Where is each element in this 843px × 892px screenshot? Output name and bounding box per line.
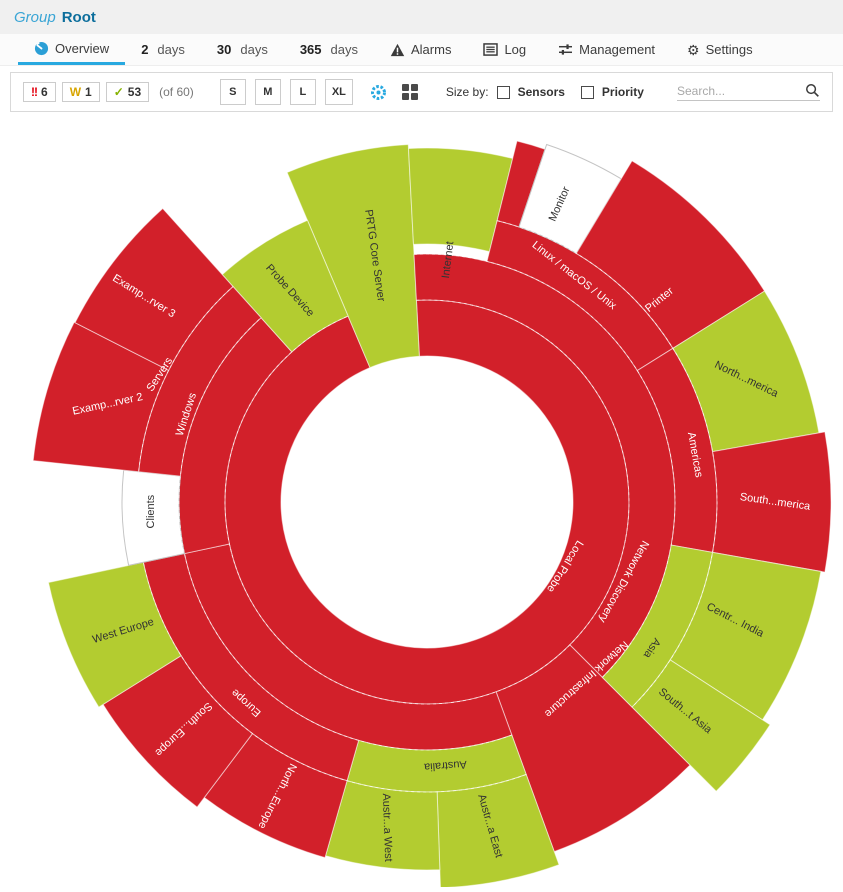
warning-icon	[390, 43, 405, 57]
tab-settings[interactable]: ⚙ Settings	[671, 34, 769, 65]
tab-label: days	[331, 42, 358, 57]
tab-number: 30	[217, 42, 231, 57]
size-button-group: S M L XL	[220, 79, 353, 105]
size-button-l[interactable]: L	[290, 79, 316, 105]
size-by-label: Size by:	[446, 85, 489, 99]
sunburst-chart: Local ProbePRTG Core ServerNetwork Disco…	[0, 112, 843, 887]
log-icon	[483, 43, 498, 56]
tab-number: 365	[300, 42, 322, 57]
tab-bar: Overview 2 days 30 days 365 days Alarms …	[0, 34, 843, 66]
title-bar: Group Root	[0, 0, 843, 34]
tab-log[interactable]: Log	[467, 34, 542, 65]
tab-30-days[interactable]: 30 days	[201, 34, 284, 65]
status-chip-errors[interactable]: !! 6	[23, 82, 56, 102]
tab-label: Settings	[706, 42, 753, 57]
check-icon: ✓	[114, 85, 124, 99]
gauge-icon	[34, 41, 49, 56]
search-box	[677, 83, 820, 101]
tab-label: Management	[579, 42, 655, 57]
search-icon[interactable]	[805, 83, 820, 98]
grid-icon[interactable]	[402, 84, 418, 100]
sunburst-chart-area: Local ProbePRTG Core ServerNetwork Disco…	[0, 112, 843, 892]
view-toggle-group	[369, 83, 418, 102]
sunburst-icon[interactable]	[369, 83, 388, 102]
toolbar: !! 6 W 1 ✓ 53 (of 60) S M L XL Size by: …	[10, 72, 833, 112]
tab-label: Log	[504, 42, 526, 57]
warning-icon: W	[70, 85, 81, 99]
search-input[interactable]	[677, 84, 805, 98]
tab-alarms[interactable]: Alarms	[374, 34, 467, 65]
sliders-icon	[558, 43, 573, 56]
priority-checkbox[interactable]	[581, 86, 594, 99]
error-count: 6	[41, 85, 48, 99]
warning-count: 1	[85, 85, 92, 99]
size-button-m[interactable]: M	[255, 79, 281, 105]
sensor-total: (of 60)	[159, 85, 194, 99]
tab-365-days[interactable]: 365 days	[284, 34, 374, 65]
tab-label: Alarms	[411, 42, 451, 57]
tab-2-days[interactable]: 2 days	[125, 34, 201, 65]
size-button-s[interactable]: S	[220, 79, 246, 105]
ok-count: 53	[128, 85, 141, 99]
status-chip-ok[interactable]: ✓ 53	[106, 82, 149, 102]
gear-icon: ⚙	[687, 43, 700, 57]
status-chip-warnings[interactable]: W 1	[62, 82, 100, 102]
page-title-group-label: Group	[14, 9, 56, 26]
segment-label-australia-west: Austr...a West	[380, 793, 394, 862]
size-by-group: Size by: Sensors Priority	[446, 85, 652, 99]
tab-label: Overview	[55, 41, 109, 56]
segment-local-probe[interactable]	[225, 300, 629, 704]
tab-label: days	[157, 42, 184, 57]
sensors-checkbox[interactable]	[497, 86, 510, 99]
size-button-xl[interactable]: XL	[325, 79, 353, 105]
page-title-group-name: Root	[62, 9, 96, 26]
tab-overview[interactable]: Overview	[18, 34, 125, 65]
tab-label: days	[240, 42, 267, 57]
sensors-checkbox-label: Sensors	[518, 85, 565, 99]
tab-number: 2	[141, 42, 148, 57]
tab-management[interactable]: Management	[542, 34, 671, 65]
priority-checkbox-label: Priority	[602, 85, 644, 99]
segment-label-clients: Clients	[145, 494, 157, 528]
error-icon: !!	[31, 85, 37, 99]
